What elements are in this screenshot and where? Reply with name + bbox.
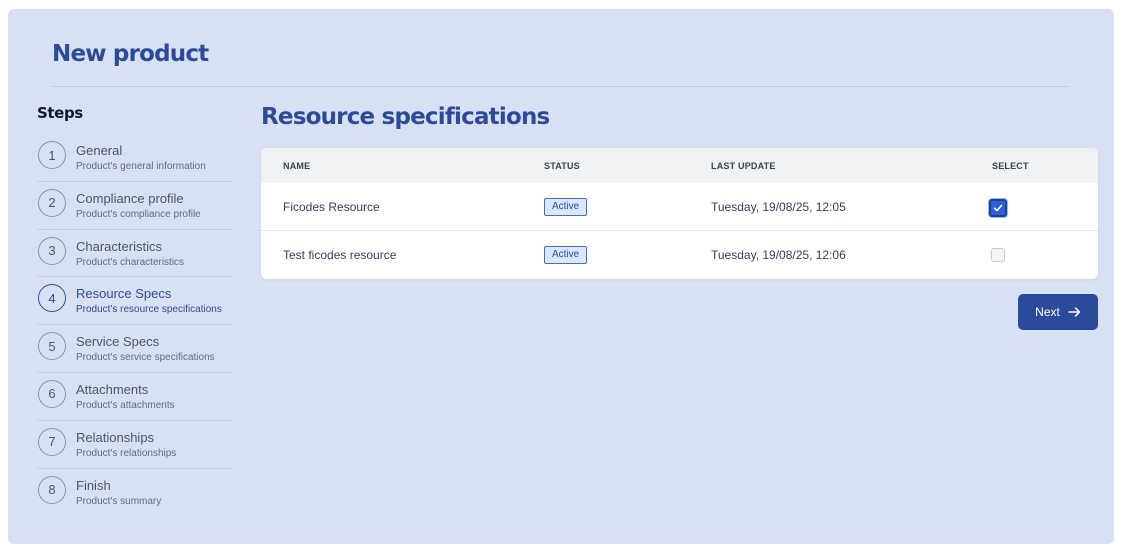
- section-title: Resource specifications: [261, 104, 550, 130]
- step-title: Attachments: [76, 381, 149, 397]
- step-finish[interactable]: 8 Finish Product's summary: [37, 469, 232, 517]
- resource-name: Test ficodes resource: [283, 248, 397, 262]
- last-update: Tuesday, 19/08/25, 12:06: [711, 248, 846, 262]
- step-relationships[interactable]: 7 Relationships Product's relationships: [37, 421, 232, 469]
- step-title: Service Specs: [76, 334, 160, 350]
- table-row: Test ficodes resource Active Tuesday, 19…: [261, 231, 1098, 279]
- step-service-specs[interactable]: 5 Service Specs Product's service specif…: [37, 325, 232, 373]
- step-subtitle: Product's service specifications: [76, 352, 215, 364]
- product-wizard-panel: New product Steps 1 General Product's ge…: [8, 9, 1114, 544]
- resource-specs-table: NAME STATUS LAST UPDATE SELECT Ficodes R…: [261, 148, 1098, 279]
- last-update: Tuesday, 19/08/25, 12:05: [711, 200, 846, 214]
- arrow-right-icon: [1068, 307, 1081, 317]
- next-button-label: Next: [1035, 305, 1060, 319]
- step-title: Compliance profile: [76, 190, 184, 206]
- step-number: 1: [38, 141, 66, 169]
- step-subtitle: Product's characteristics: [76, 256, 185, 268]
- step-subtitle: Product's resource specifications: [76, 304, 222, 316]
- step-title: Finish: [76, 477, 111, 493]
- step-number: 5: [38, 332, 66, 361]
- column-header-name: NAME: [283, 161, 311, 171]
- column-header-status: STATUS: [544, 161, 580, 171]
- step-title: Characteristics: [76, 238, 162, 254]
- resource-name: Ficodes Resource: [283, 200, 380, 214]
- step-compliance-profile[interactable]: 2 Compliance profile Product's complianc…: [37, 182, 232, 230]
- steps-heading: Steps: [37, 104, 83, 122]
- table-row: Ficodes Resource Active Tuesday, 19/08/2…: [261, 183, 1098, 231]
- step-resource-specs[interactable]: 4 Resource Specs Product's resource spec…: [37, 277, 232, 326]
- step-subtitle: Product's general information: [76, 161, 206, 172]
- page-title: New product: [52, 41, 209, 67]
- step-subtitle: Product's summary: [76, 495, 162, 507]
- status-badge: Active: [544, 246, 588, 264]
- step-title: Resource Specs: [76, 286, 172, 302]
- step-title: Relationships: [76, 429, 155, 445]
- column-header-select: SELECT: [992, 161, 1029, 171]
- step-subtitle: Product's compliance profile: [76, 208, 201, 220]
- step-number: 4: [38, 284, 66, 313]
- step-number: 3: [38, 236, 66, 265]
- steps-list: 1 General Product's general information …: [37, 134, 232, 516]
- step-number: 8: [38, 475, 66, 504]
- next-button[interactable]: Next: [1018, 294, 1098, 330]
- select-checkbox[interactable]: [991, 248, 1005, 262]
- status-badge: Active: [544, 198, 588, 216]
- column-header-last-update: LAST UPDATE: [711, 161, 776, 171]
- check-icon: [993, 204, 1003, 212]
- step-subtitle: Product's relationships: [76, 447, 177, 459]
- table-header: NAME STATUS LAST UPDATE SELECT: [261, 148, 1098, 183]
- step-number: 6: [38, 379, 66, 408]
- step-title: General: [76, 143, 123, 158]
- step-attachments[interactable]: 6 Attachments Product's attachments: [37, 373, 232, 421]
- select-checkbox[interactable]: [989, 199, 1007, 217]
- step-number: 7: [38, 427, 66, 456]
- title-divider: [52, 86, 1069, 87]
- step-characteristics[interactable]: 3 Characteristics Product's characterist…: [37, 230, 232, 278]
- step-general[interactable]: 1 General Product's general information: [37, 134, 232, 182]
- step-number: 2: [38, 188, 66, 217]
- step-subtitle: Product's attachments: [76, 399, 175, 411]
